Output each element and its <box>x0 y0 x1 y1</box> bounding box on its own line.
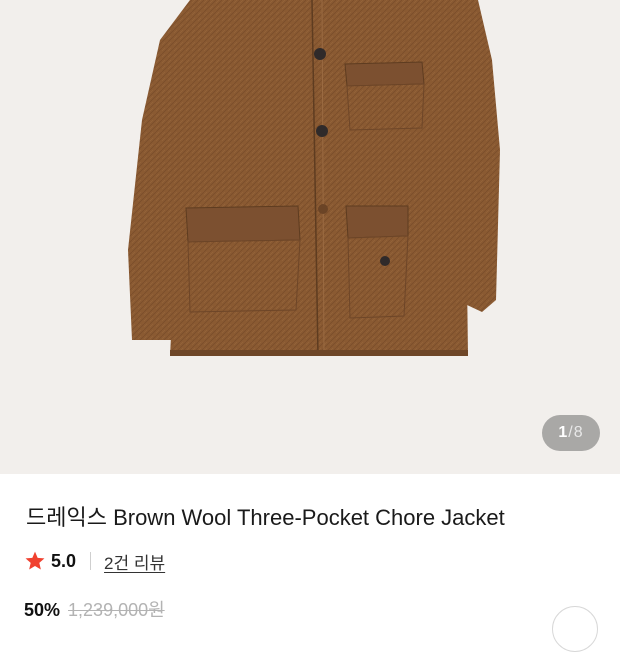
jacket-image[interactable] <box>0 0 620 474</box>
rating-score: 5.0 <box>51 550 77 571</box>
rating-row: 5.0 2건 리뷰 <box>24 548 165 574</box>
original-price: 1,239,000원 <box>68 600 165 620</box>
rating-divider <box>90 552 92 570</box>
review-count-link[interactable]: 2건 리뷰 <box>104 549 165 574</box>
star-icon <box>25 551 45 570</box>
image-counter-badge: 1 / 8 <box>542 415 600 451</box>
total-image-count: 8 <box>573 424 584 441</box>
product-image-gallery[interactable]: 1 / 8 <box>0 0 620 474</box>
current-image-index: 1 <box>558 424 569 441</box>
floating-action-button[interactable] <box>552 606 598 652</box>
discount-rate: 50% <box>24 600 61 620</box>
price-row: 50% 1,239,000원 <box>24 596 165 622</box>
product-title: 드레익스 Brown Wool Three-Pocket Chore Jacke… <box>26 505 505 530</box>
